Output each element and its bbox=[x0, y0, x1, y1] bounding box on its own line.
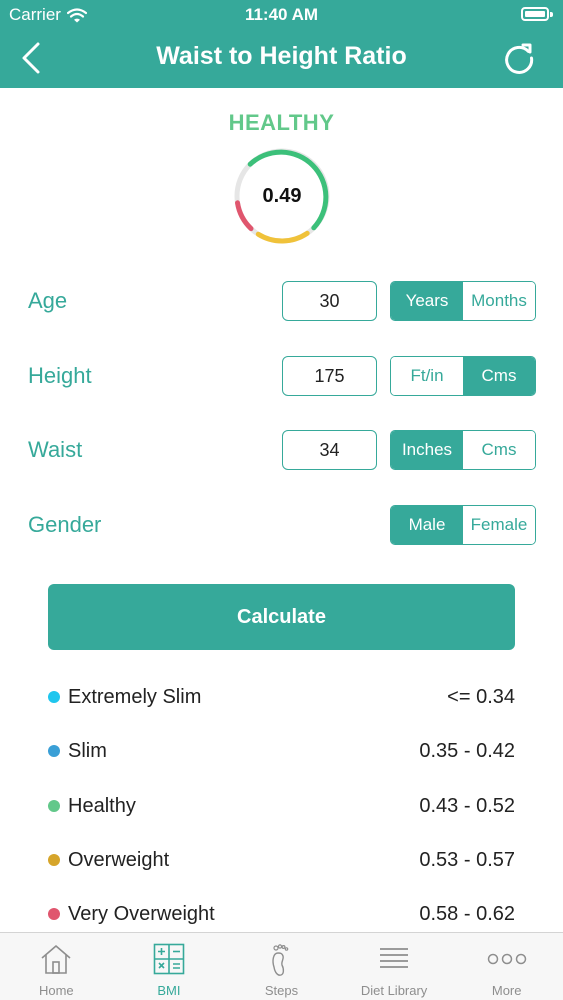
more-icon bbox=[487, 953, 526, 965]
height-input[interactable] bbox=[282, 356, 377, 396]
calculator-icon bbox=[153, 943, 185, 975]
gender-female[interactable]: Female bbox=[463, 506, 535, 544]
refresh-icon bbox=[505, 43, 534, 74]
legend-range: 0.35 - 0.42 bbox=[419, 740, 515, 762]
footprint-icon bbox=[272, 944, 289, 976]
legend-item: Healthy 0.43 - 0.52 bbox=[0, 779, 563, 833]
height-unit-cms[interactable]: Cms bbox=[463, 357, 535, 395]
gender-toggle: Male Female bbox=[390, 505, 536, 545]
home-icon bbox=[41, 945, 71, 974]
legend-dot bbox=[48, 745, 60, 757]
legend-range: <= 0.34 bbox=[447, 686, 515, 708]
ratio-value: 0.49 bbox=[262, 185, 302, 207]
legend-range: 0.58 - 0.62 bbox=[419, 903, 515, 925]
legend-name: Very Overweight bbox=[68, 903, 215, 925]
legend-item: Overweight 0.53 - 0.57 bbox=[0, 833, 563, 887]
tab-label: BMI bbox=[157, 983, 181, 998]
height-label: Height bbox=[28, 363, 92, 388]
height-unit-ftin[interactable]: Ft/in bbox=[391, 357, 463, 395]
battery-tip bbox=[550, 12, 553, 17]
tab-bmi[interactable]: BMI bbox=[113, 933, 226, 1000]
height-unit-toggle: Ft/in Cms bbox=[390, 356, 536, 396]
gender-male[interactable]: Male bbox=[391, 506, 463, 544]
legend-item: Slim 0.35 - 0.42 bbox=[0, 724, 563, 778]
legend-name: Slim bbox=[68, 740, 107, 762]
list-icon bbox=[380, 948, 409, 968]
page-title: Waist to Height Ratio bbox=[156, 42, 407, 70]
age-unit-toggle: Years Months bbox=[390, 281, 536, 321]
age-input[interactable] bbox=[282, 281, 377, 321]
waist-input[interactable] bbox=[282, 430, 377, 470]
waist-unit-cms[interactable]: Cms bbox=[463, 431, 535, 469]
battery-icon bbox=[521, 7, 549, 21]
gender-label: Gender bbox=[28, 512, 102, 537]
tab-home[interactable]: Home bbox=[0, 933, 113, 1000]
tab-steps[interactable]: Steps bbox=[225, 933, 338, 1000]
tab-label: More bbox=[491, 983, 522, 998]
tab-label: Home bbox=[38, 983, 74, 998]
status-bar: Carrier 11:40 AM bbox=[0, 0, 563, 30]
legend-dot bbox=[48, 800, 60, 812]
refresh-button[interactable] bbox=[501, 40, 537, 76]
legend-name: Healthy bbox=[68, 795, 136, 817]
nav-bar: Waist to Height Ratio bbox=[0, 30, 563, 88]
legend-name: Overweight bbox=[68, 849, 170, 871]
tab-diet-library[interactable]: Diet Library bbox=[338, 933, 451, 1000]
legend-range: 0.53 - 0.57 bbox=[419, 849, 515, 871]
legend-range: 0.43 - 0.52 bbox=[419, 795, 515, 817]
tab-bar: Home BMI Steps Diet Library More bbox=[0, 932, 563, 1000]
waist-unit-inches[interactable]: Inches bbox=[391, 431, 463, 469]
waist-label: Waist bbox=[28, 437, 83, 462]
legend-dot bbox=[48, 854, 60, 866]
legend-name: Extremely Slim bbox=[68, 686, 202, 708]
legend-dot bbox=[48, 691, 60, 703]
age-unit-years[interactable]: Years bbox=[391, 282, 463, 320]
age-label: Age bbox=[28, 288, 68, 313]
tab-label: Diet Library bbox=[360, 983, 428, 998]
tab-more[interactable]: More bbox=[450, 933, 563, 1000]
result-status-label: HEALTHY bbox=[228, 110, 335, 135]
waist-unit-toggle: Inches Cms bbox=[390, 430, 536, 470]
legend-item: Extremely Slim <= 0.34 bbox=[0, 670, 563, 724]
calculate-button[interactable]: Calculate bbox=[48, 584, 515, 650]
age-unit-months[interactable]: Months bbox=[463, 282, 535, 320]
tab-label: Steps bbox=[264, 983, 299, 998]
app-header: Carrier 11:40 AM Waist to Height Ratio bbox=[0, 0, 563, 88]
status-time: 11:40 AM bbox=[244, 5, 319, 24]
legend-dot bbox=[48, 908, 60, 920]
